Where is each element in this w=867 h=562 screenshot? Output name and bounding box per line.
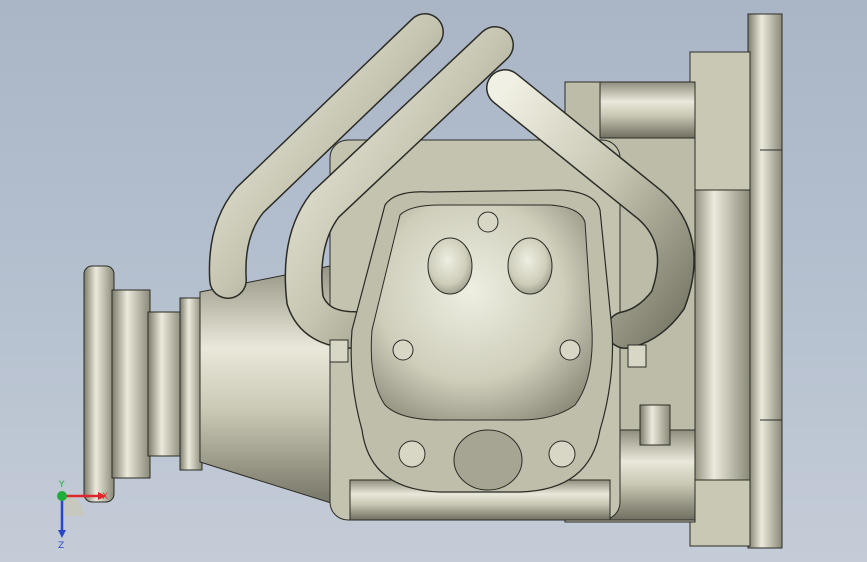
spark-plug-boss-right xyxy=(507,237,553,295)
bolt-icon xyxy=(398,440,426,468)
bolt-icon xyxy=(477,211,499,233)
bolt-icon xyxy=(559,339,581,361)
z-axis-label: Z xyxy=(58,541,64,550)
cad-3d-viewport[interactable] xyxy=(0,0,867,562)
y-axis-label: Y xyxy=(58,480,65,490)
bolt-icon xyxy=(392,339,414,361)
bolt-icon xyxy=(548,440,576,468)
spark-plug-boss-left xyxy=(427,237,473,295)
output-flange xyxy=(83,265,203,503)
orientation-triad[interactable]: X Y Z xyxy=(40,480,120,550)
mounting-flange xyxy=(689,13,783,549)
x-axis-label: X xyxy=(102,492,108,502)
z-axis-arrow xyxy=(58,530,66,538)
y-axis-dot xyxy=(57,491,67,501)
